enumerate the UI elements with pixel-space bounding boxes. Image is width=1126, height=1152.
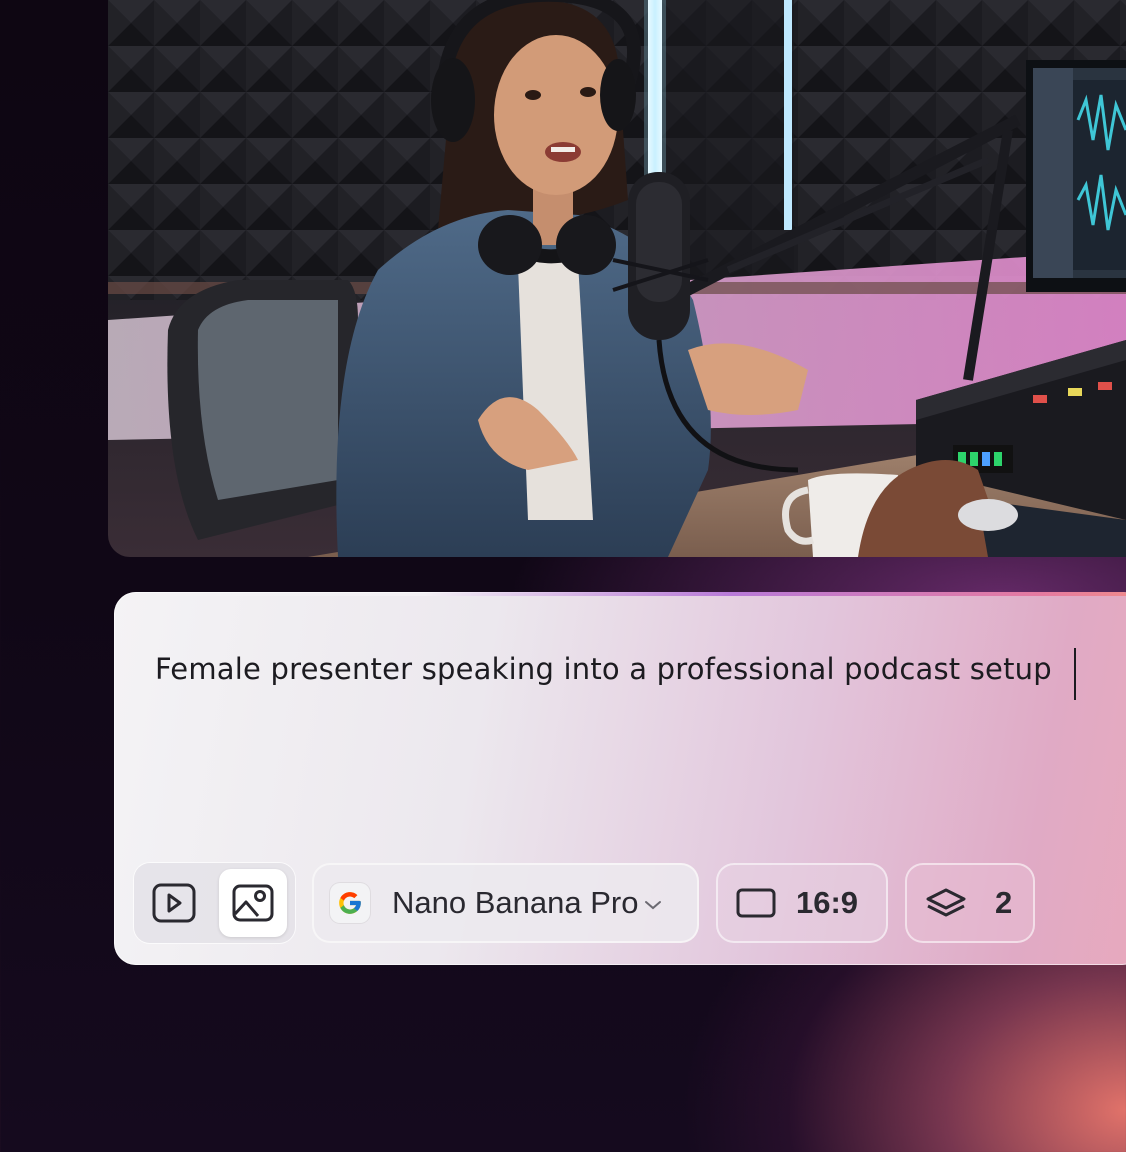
chevron-down-icon bbox=[645, 901, 662, 910]
prompt-composer: Female presenter speaking into a profess… bbox=[114, 592, 1126, 965]
aspect-ratio-selector[interactable]: 16:9 bbox=[716, 863, 888, 943]
text-caret bbox=[1074, 648, 1076, 700]
generated-image-preview bbox=[108, 0, 1126, 557]
play-icon bbox=[152, 883, 196, 923]
output-count-value: 2 bbox=[995, 885, 1013, 920]
mode-toggle-group bbox=[134, 863, 295, 943]
model-name: Nano Banana Pro bbox=[392, 885, 639, 920]
aspect-ratio-value: 16:9 bbox=[796, 885, 859, 920]
model-selector[interactable]: Nano Banana Pro bbox=[312, 863, 699, 943]
image-icon bbox=[232, 884, 274, 922]
video-mode-button[interactable] bbox=[140, 869, 208, 937]
rectangle-icon bbox=[736, 888, 776, 918]
google-icon bbox=[330, 883, 370, 923]
image-mode-button[interactable] bbox=[219, 869, 287, 937]
output-count-selector[interactable]: 2 bbox=[905, 863, 1035, 943]
layers-icon bbox=[925, 887, 967, 919]
prompt-input[interactable]: Female presenter speaking into a profess… bbox=[155, 652, 1052, 686]
